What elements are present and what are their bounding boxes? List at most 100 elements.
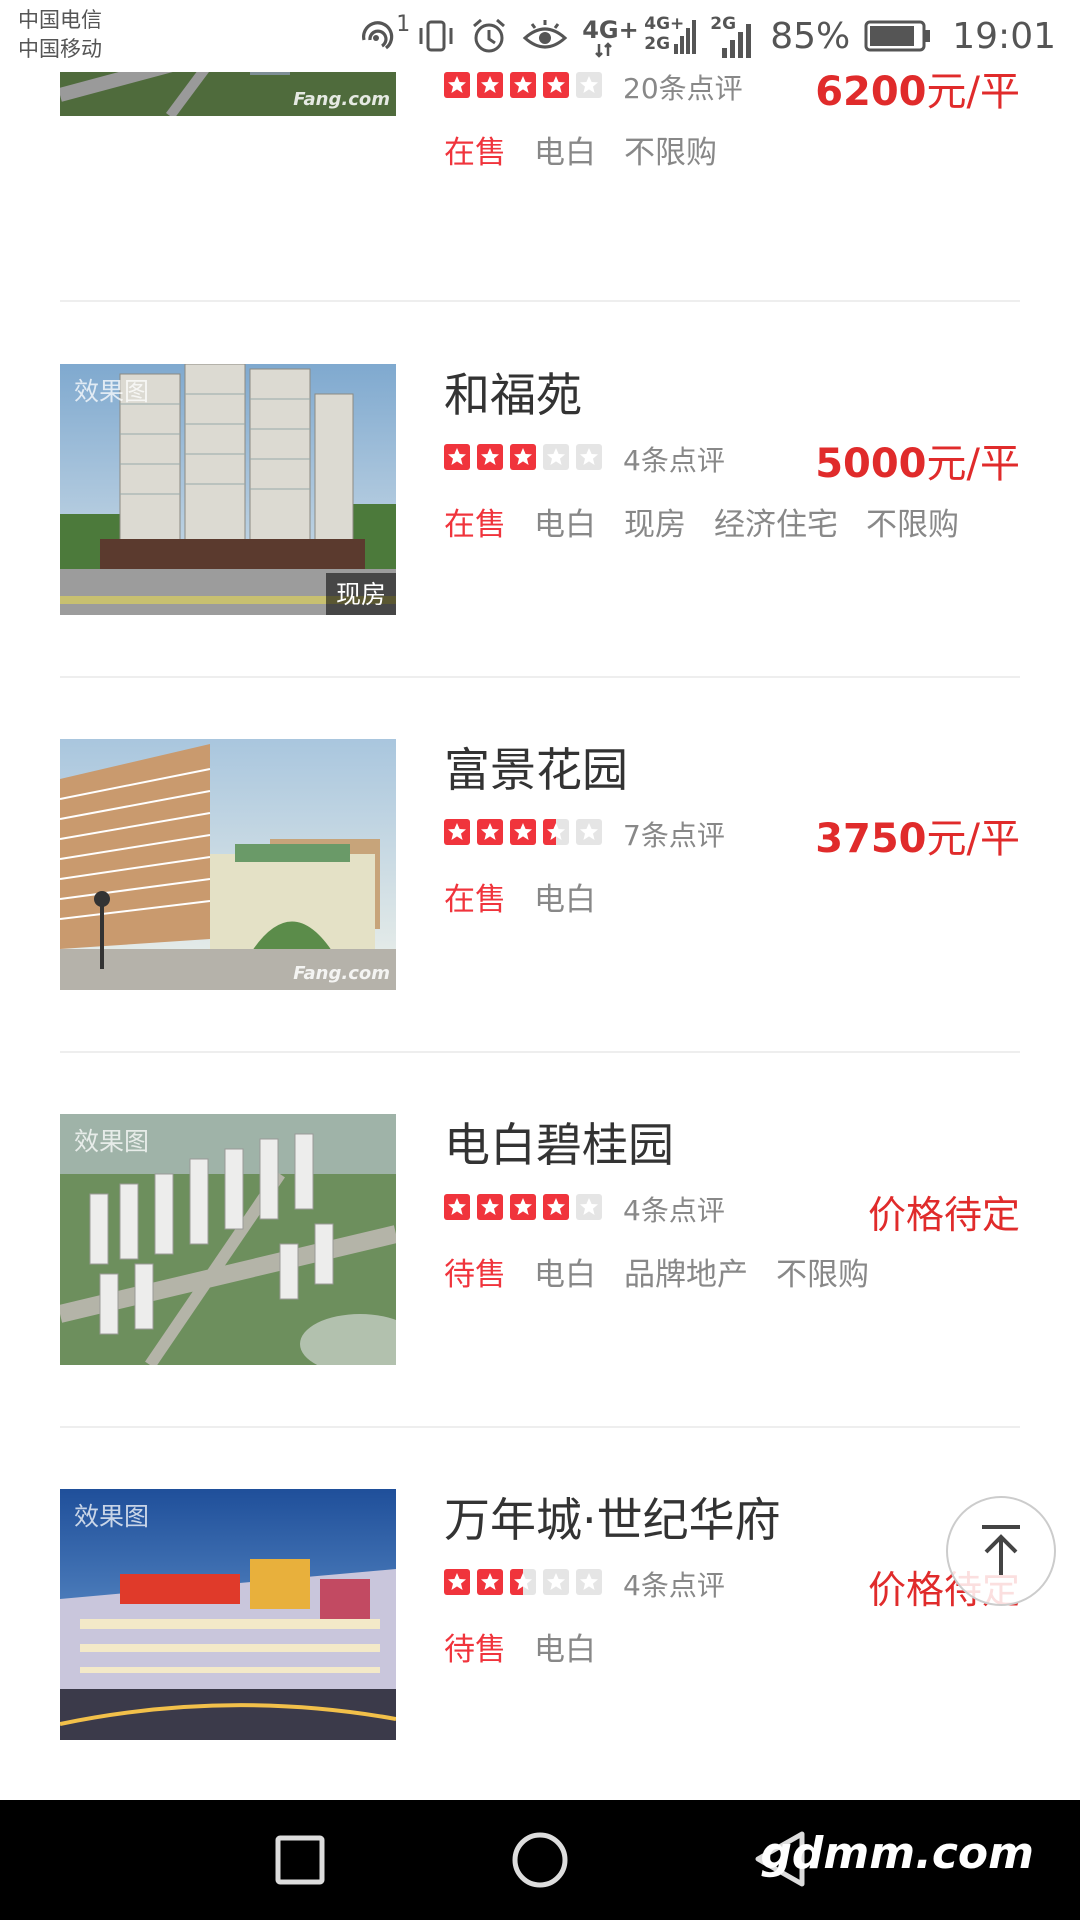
price-value: 3750 bbox=[815, 816, 927, 862]
star-icon bbox=[477, 444, 503, 470]
tag-row: 在售 电白 不限购 bbox=[444, 127, 717, 172]
listing-name: 电白碧桂园 bbox=[444, 1118, 674, 1172]
sale-status-tag: 待售 bbox=[444, 1632, 506, 1668]
price: 3750元/平 bbox=[815, 806, 1020, 864]
review-count: 7条点评 bbox=[623, 819, 725, 852]
image-tag: 效果图 bbox=[74, 377, 150, 406]
divider bbox=[60, 1426, 1020, 1428]
star-icon bbox=[444, 819, 470, 845]
battery-percent: 85% bbox=[770, 15, 851, 57]
image-watermark: Fang.com bbox=[293, 89, 390, 110]
rating-stars bbox=[444, 1569, 602, 1595]
rating-stars bbox=[444, 444, 602, 470]
star-icon bbox=[477, 1194, 503, 1220]
alarm-icon bbox=[470, 16, 508, 56]
price-value: 6200 bbox=[815, 69, 927, 115]
price: 5000元/平 bbox=[815, 431, 1020, 489]
feature-tag: 不限购 bbox=[776, 1257, 869, 1293]
feature-tag: 电白 bbox=[534, 1257, 596, 1293]
hotspot-icon: 1 bbox=[358, 12, 410, 56]
tag-row: 在售 电白 bbox=[444, 874, 596, 919]
star-icon bbox=[510, 819, 536, 845]
star-icon bbox=[576, 1194, 602, 1220]
review-count: 20条点评 bbox=[623, 72, 743, 105]
star-icon bbox=[543, 444, 569, 470]
sim-badge: 1 bbox=[396, 12, 411, 37]
image-tag: 效果图 bbox=[74, 1502, 150, 1531]
rating-stars bbox=[444, 72, 602, 98]
star-icon bbox=[576, 819, 602, 845]
network-label-1: 4G+ bbox=[582, 16, 639, 44]
recents-square-icon[interactable] bbox=[274, 1828, 326, 1892]
feature-tag: 不限购 bbox=[624, 135, 717, 171]
star-icon bbox=[576, 72, 602, 98]
listing-thumbnail: 效果图 现房 bbox=[60, 364, 396, 615]
image-badge: 现房 bbox=[325, 573, 396, 615]
divider bbox=[60, 300, 1020, 302]
signal-bars-icon: 2G bbox=[710, 14, 756, 58]
listing-thumbnail: Fang.com bbox=[60, 739, 396, 990]
tag-row: 待售 电白 品牌地产 不限购 bbox=[444, 1249, 869, 1294]
review-count: 4条点评 bbox=[623, 1569, 725, 1602]
listing-name: 富景花园 bbox=[444, 743, 628, 797]
star-icon bbox=[576, 444, 602, 470]
back-to-top-button[interactable] bbox=[946, 1496, 1056, 1606]
feature-tag: 电白 bbox=[534, 507, 596, 543]
star-icon bbox=[543, 1194, 569, 1220]
status-icons: 1 4G+ 4G+ 2G 2G 85% 19:01 bbox=[358, 0, 1056, 72]
listing-thumbnail: 效果图 bbox=[60, 1114, 396, 1365]
rating-stars bbox=[444, 819, 602, 845]
clock: 19:01 bbox=[952, 15, 1056, 57]
feature-tag: 电白 bbox=[534, 882, 596, 918]
price-pending: 价格待定 bbox=[867, 1193, 1020, 1237]
star-icon bbox=[576, 1569, 602, 1595]
listing-card[interactable]: Fang.com 富景花园 7条点评 3750元/平 在售 电白 bbox=[0, 739, 1080, 1114]
system-nav-bar: gdmm.com bbox=[0, 1800, 1080, 1920]
sale-status-tag: 在售 bbox=[444, 507, 506, 543]
tag-row: 待售 电白 bbox=[444, 1624, 596, 1669]
sale-status-tag: 在售 bbox=[444, 882, 506, 918]
eye-comfort-icon bbox=[522, 16, 568, 56]
carrier-1: 中国电信 bbox=[18, 8, 102, 32]
listing-name: 万年城·世纪华府 bbox=[444, 1493, 781, 1547]
divider bbox=[60, 676, 1020, 678]
star-icon bbox=[444, 72, 470, 98]
divider bbox=[60, 1051, 1020, 1053]
star-icon bbox=[477, 1569, 503, 1595]
rating-stars bbox=[444, 1194, 602, 1220]
arrow-up-icon bbox=[982, 1525, 1020, 1575]
review-count: 4条点评 bbox=[623, 1194, 725, 1227]
star-icon bbox=[444, 1569, 470, 1595]
star-icon bbox=[510, 1194, 536, 1220]
price-value: 5000 bbox=[815, 441, 927, 487]
listing-name: 和福苑 bbox=[444, 368, 582, 422]
feature-tag: 不限购 bbox=[866, 507, 959, 543]
signal-4g-icon: 4G+ bbox=[582, 14, 639, 58]
star-icon bbox=[543, 819, 569, 845]
carrier-info: 中国电信 中国移动 bbox=[18, 6, 102, 64]
home-circle-icon[interactable] bbox=[510, 1828, 570, 1892]
listing-card[interactable]: 效果图 现房 和福苑 4条点评 5000元/平 在售 电白 现房 经济住宅 不限购 bbox=[0, 364, 1080, 739]
status-bar: 中国电信 中国移动 1 4G+ 4G+ 2G 2G 85% 19:01 bbox=[0, 0, 1080, 72]
star-icon bbox=[444, 1194, 470, 1220]
image-watermark: Fang.com bbox=[293, 963, 390, 984]
vibrate-icon bbox=[416, 16, 456, 56]
feature-tag: 经济住宅 bbox=[714, 507, 838, 543]
signal-2g-icon: 4G+ 2G bbox=[644, 14, 697, 58]
star-icon bbox=[477, 72, 503, 98]
image-tag: 效果图 bbox=[74, 1127, 150, 1156]
star-icon bbox=[543, 1569, 569, 1595]
feature-tag: 品牌地产 bbox=[624, 1257, 748, 1293]
star-icon bbox=[510, 1569, 536, 1595]
listing-card[interactable]: 效果图 电白碧桂园 4条点评 价格待定 待售 电白 品牌地产 不限购 bbox=[0, 1114, 1080, 1489]
review-count: 4条点评 bbox=[623, 444, 725, 477]
carrier-2: 中国移动 bbox=[18, 37, 102, 61]
star-icon bbox=[543, 72, 569, 98]
feature-tag: 现房 bbox=[624, 507, 686, 543]
star-icon bbox=[477, 819, 503, 845]
star-icon bbox=[444, 444, 470, 470]
listing-thumbnail: 效果图 bbox=[60, 1489, 396, 1740]
star-icon bbox=[510, 72, 536, 98]
price-unit: 元/平 bbox=[926, 816, 1020, 862]
site-watermark: gdmm.com bbox=[760, 1828, 1034, 1879]
